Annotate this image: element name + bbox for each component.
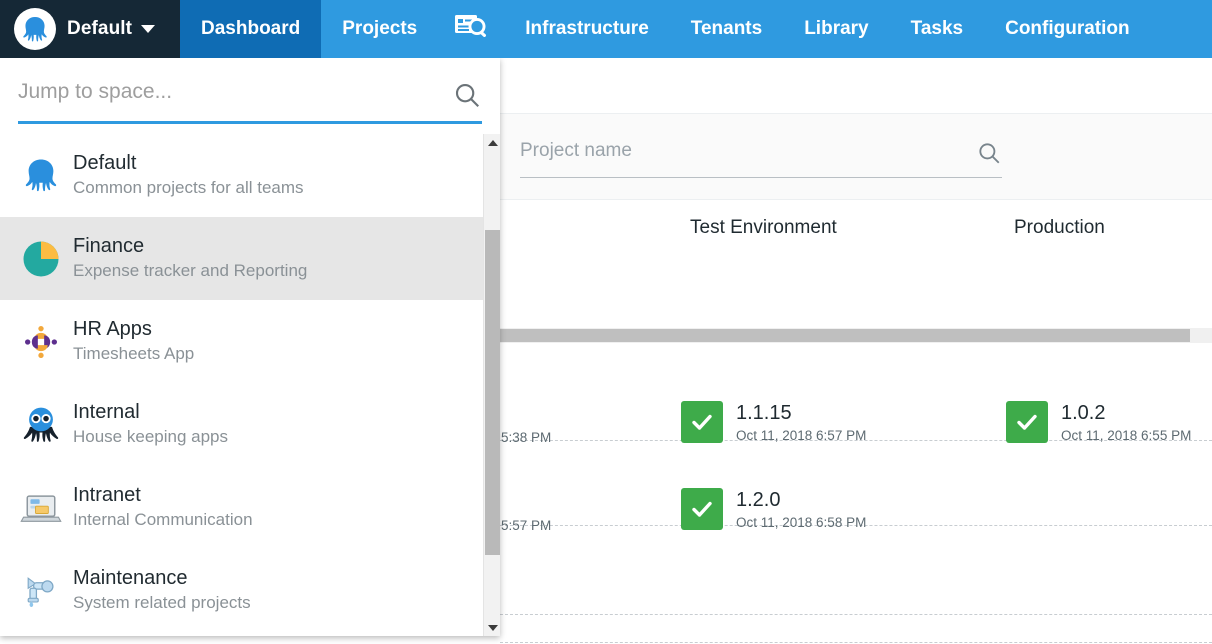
- space-list: Default Common projects for all teams Fi…: [0, 134, 483, 636]
- space-dropdown-panel: Default Common projects for all teams Fi…: [0, 58, 500, 636]
- status-success-icon: [681, 401, 723, 443]
- nav-item-label: Tenants: [691, 18, 762, 40]
- pie-chart-icon: [16, 234, 66, 284]
- row-separator: [500, 614, 1212, 615]
- nav-item-label: Tasks: [911, 18, 963, 40]
- space-title: Maintenance: [73, 566, 251, 591]
- octopus-dark-icon: [16, 400, 66, 450]
- project-search[interactable]: [520, 140, 1002, 178]
- release-version: 1.0.2: [1061, 402, 1191, 425]
- nav-item-configuration[interactable]: Configuration: [984, 0, 1151, 58]
- space-switcher-button[interactable]: Default: [0, 0, 180, 58]
- chevron-down-icon[interactable]: [141, 25, 155, 33]
- nav-item-projects[interactable]: Projects: [321, 0, 438, 58]
- release-version: 1.1.15: [736, 402, 866, 425]
- release-date: Oct 11, 2018 6:55 PM: [1061, 428, 1191, 443]
- release-version: 1.2.0: [736, 489, 866, 512]
- octopus-icon: [16, 151, 66, 201]
- faucet-icon: [16, 566, 66, 616]
- table-cell-date-partial: 5:57 PM: [501, 518, 551, 533]
- space-list-item-internal[interactable]: Internal House keeping apps: [0, 383, 483, 466]
- status-success-icon: [681, 488, 723, 530]
- space-title: Finance: [73, 234, 307, 259]
- space-list-container: Default Common projects for all teams Fi…: [0, 134, 500, 636]
- space-title: Default: [73, 151, 304, 176]
- space-search-container: [0, 58, 500, 134]
- space-switcher-label: Default: [67, 18, 132, 40]
- release-date: Oct 11, 2018 6:58 PM: [736, 515, 866, 530]
- space-title: HR Apps: [73, 317, 194, 342]
- space-list-item-default[interactable]: Default Common projects for all teams: [0, 134, 483, 217]
- nav-item-tenants[interactable]: Tenants: [670, 0, 783, 58]
- octopus-avatar-icon: [14, 8, 56, 50]
- nav-item-label: Projects: [342, 18, 417, 40]
- scrollbar-thumb[interactable]: [485, 230, 500, 555]
- column-header-production: Production: [1014, 217, 1105, 239]
- table-cell-deployment[interactable]: 1.2.0 Oct 11, 2018 6:58 PM: [681, 488, 866, 530]
- space-list-scrollbar[interactable]: [483, 134, 500, 636]
- scroll-up-arrow-icon[interactable]: [484, 134, 500, 151]
- space-description: Internal Communication: [73, 509, 253, 531]
- space-description: Expense tracker and Reporting: [73, 260, 307, 282]
- app-root: Test Environment Production 5:38 PM 1.1.…: [0, 0, 1212, 644]
- project-lookup-icon: [454, 13, 488, 45]
- top-navigation-bar: Default Dashboard Projects: [0, 0, 1212, 58]
- nav-item-label: Infrastructure: [525, 18, 649, 40]
- space-list-item-maintenance[interactable]: Maintenance System related projects: [0, 549, 483, 632]
- nav-item-infrastructure[interactable]: Infrastructure: [504, 0, 670, 58]
- table-cell-deployment[interactable]: 1.1.15 Oct 11, 2018 6:57 PM: [681, 401, 866, 443]
- space-title: Intranet: [73, 483, 253, 508]
- space-list-item-intranet[interactable]: Intranet Internal Communication: [0, 466, 483, 549]
- nav-item-project-lookup[interactable]: [438, 0, 504, 58]
- space-description: Common projects for all teams: [73, 177, 304, 199]
- nav-item-label: Library: [804, 18, 868, 40]
- space-description: House keeping apps: [73, 426, 228, 448]
- nav-item-dashboard[interactable]: Dashboard: [180, 0, 321, 58]
- row-separator: [500, 642, 1212, 643]
- space-description: System related projects: [73, 592, 251, 614]
- horizontal-scrollbar-thumb[interactable]: [500, 329, 1190, 342]
- laptop-icon: [16, 483, 66, 533]
- nav-item-label: Configuration: [1005, 18, 1130, 40]
- table-cell-date-partial: 5:38 PM: [501, 430, 551, 445]
- nav-item-library[interactable]: Library: [783, 0, 889, 58]
- project-search-input[interactable]: [520, 140, 920, 162]
- scroll-down-arrow-icon[interactable]: [484, 619, 500, 636]
- status-success-icon: [1006, 401, 1048, 443]
- nav-item-label: Dashboard: [201, 18, 300, 40]
- search-icon[interactable]: [976, 140, 1002, 171]
- space-title: Internal: [73, 400, 228, 425]
- space-description: Timesheets App: [73, 343, 194, 365]
- space-list-item-finance[interactable]: Finance Expense tracker and Reporting: [0, 217, 483, 300]
- space-list-item-hr-apps[interactable]: HR Apps Timesheets App: [0, 300, 483, 383]
- search-icon[interactable]: [452, 80, 482, 115]
- nav-item-tasks[interactable]: Tasks: [890, 0, 984, 58]
- people-pinwheel-icon: [16, 317, 66, 367]
- table-cell-deployment[interactable]: 1.0.2 Oct 11, 2018 6:55 PM: [1006, 401, 1191, 443]
- release-date: Oct 11, 2018 6:57 PM: [736, 428, 866, 443]
- column-header-test-environment: Test Environment: [690, 217, 837, 239]
- space-search-input[interactable]: [18, 80, 418, 104]
